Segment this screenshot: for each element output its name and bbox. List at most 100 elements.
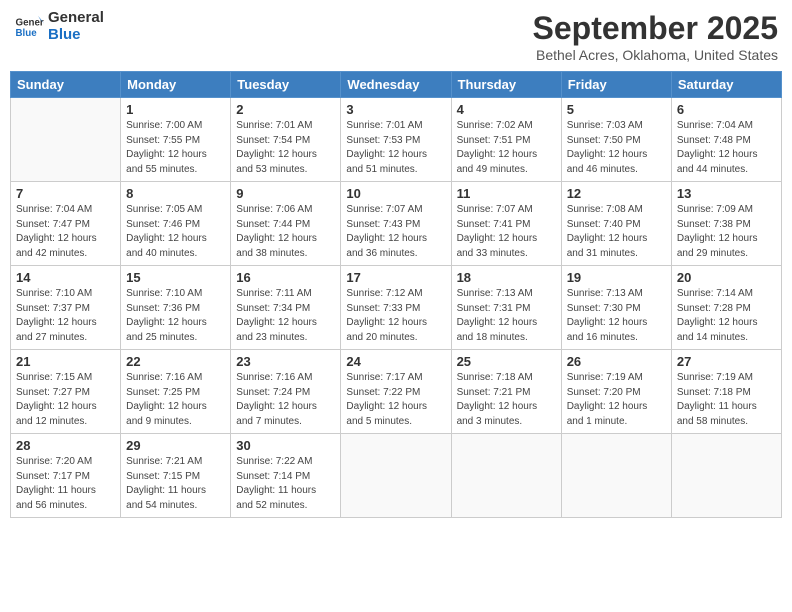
calendar-cell: 8Sunrise: 7:05 AMSunset: 7:46 PMDaylight… xyxy=(121,182,231,266)
calendar-cell: 12 Sunrise: 7:08 AMSunset: 7:40 PMDayligh… xyxy=(561,182,671,266)
day-number: 19 xyxy=(567,270,666,285)
day-info: Sunrise: 7:14 AMSunset: 7:28 PMDaylight:… xyxy=(677,287,776,345)
day-number: 22 xyxy=(126,354,225,369)
day-info: Sunrise: 7:09 AMSunset: 7:38 PMDaylight:… xyxy=(677,203,776,261)
day-info: Sunrise: 7:17 AMSunset: 7:22 PMDaylight:… xyxy=(346,371,445,429)
calendar-week-row: 21 Sunrise: 7:15 AMSunset: 7:27 PMDayligh… xyxy=(11,350,782,434)
calendar-cell: 14Sunrise: 7:10 AMSunset: 7:37 PMDayligh… xyxy=(11,266,121,350)
day-info: Sunrise: 7:07 AMSunset: 7:43 PMDaylight:… xyxy=(346,203,445,261)
day-number: 23 xyxy=(236,354,335,369)
day-info: Sunrise: 7:01 AMSunset: 7:53 PMDaylight:… xyxy=(346,119,445,177)
calendar-cell xyxy=(11,98,121,182)
day-info: Sunrise: 7:18 AMSunset: 7:21 PMDaylight:… xyxy=(457,371,556,429)
calendar-cell: 18 Sunrise: 7:13 AMSunset: 7:31 PMDayligh… xyxy=(451,266,561,350)
day-number: 5 xyxy=(567,102,666,117)
calendar-cell: 29Sunrise: 7:21 AMSunset: 7:15 PMDayligh… xyxy=(121,434,231,518)
day-of-week-header: Friday xyxy=(561,72,671,98)
logo: General Blue General Blue xyxy=(14,10,104,43)
day-info: Sunrise: 7:01 AMSunset: 7:54 PMDaylight:… xyxy=(236,119,335,177)
calendar-cell: 24 Sunrise: 7:17 AMSunset: 7:22 PMDayligh… xyxy=(341,350,451,434)
svg-text:Blue: Blue xyxy=(16,28,38,39)
day-info: Sunrise: 7:03 AMSunset: 7:50 PMDaylight:… xyxy=(567,119,666,177)
day-number: 7 xyxy=(16,186,115,201)
day-info: Sunrise: 7:08 AMSunset: 7:40 PMDaylight:… xyxy=(567,203,666,261)
day-number: 13 xyxy=(677,186,776,201)
calendar-cell: 27 Sunrise: 7:19 AMSunset: 7:18 PMDayligh… xyxy=(671,350,781,434)
day-number: 24 xyxy=(346,354,445,369)
day-number: 12 xyxy=(567,186,666,201)
day-number: 18 xyxy=(457,270,556,285)
day-info: Sunrise: 7:13 AMSunset: 7:31 PMDaylight:… xyxy=(457,287,556,345)
day-number: 28 xyxy=(16,438,115,453)
day-info: Sunrise: 7:11 AMSunset: 7:34 PMDaylight:… xyxy=(236,287,335,345)
calendar-cell: 28 Sunrise: 7:20 AMSunset: 7:17 PMDayligh… xyxy=(11,434,121,518)
calendar-cell xyxy=(561,434,671,518)
calendar-cell: 7 Sunrise: 7:04 AMSunset: 7:47 PMDaylight… xyxy=(11,182,121,266)
calendar-cell: 5 Sunrise: 7:03 AMSunset: 7:50 PMDaylight… xyxy=(561,98,671,182)
calendar-week-row: 14Sunrise: 7:10 AMSunset: 7:37 PMDayligh… xyxy=(11,266,782,350)
calendar-cell: 26Sunrise: 7:19 AMSunset: 7:20 PMDayligh… xyxy=(561,350,671,434)
day-number: 4 xyxy=(457,102,556,117)
day-number: 17 xyxy=(346,270,445,285)
day-number: 6 xyxy=(677,102,776,117)
calendar-cell: 20 Sunrise: 7:14 AMSunset: 7:28 PMDayligh… xyxy=(671,266,781,350)
location-title: Bethel Acres, Oklahoma, United States xyxy=(533,47,778,63)
calendar-cell: 10 Sunrise: 7:07 AMSunset: 7:43 PMDayligh… xyxy=(341,182,451,266)
day-info: Sunrise: 7:02 AMSunset: 7:51 PMDaylight:… xyxy=(457,119,556,177)
calendar-cell: 21 Sunrise: 7:15 AMSunset: 7:27 PMDayligh… xyxy=(11,350,121,434)
calendar-week-row: 1Sunrise: 7:00 AMSunset: 7:55 PMDaylight… xyxy=(11,98,782,182)
day-info: Sunrise: 7:04 AMSunset: 7:47 PMDaylight:… xyxy=(16,203,115,261)
logo-text-line2: Blue xyxy=(48,27,104,44)
day-number: 27 xyxy=(677,354,776,369)
day-number: 10 xyxy=(346,186,445,201)
month-title: September 2025 xyxy=(533,10,778,47)
calendar-cell: 22 Sunrise: 7:16 AMSunset: 7:25 PMDayligh… xyxy=(121,350,231,434)
day-info: Sunrise: 7:12 AMSunset: 7:33 PMDaylight:… xyxy=(346,287,445,345)
day-of-week-header: Tuesday xyxy=(231,72,341,98)
calendar-cell xyxy=(451,434,561,518)
calendar-cell xyxy=(341,434,451,518)
calendar-header-row: SundayMondayTuesdayWednesdayThursdayFrid… xyxy=(11,72,782,98)
calendar-cell: 9Sunrise: 7:06 AMSunset: 7:44 PMDaylight… xyxy=(231,182,341,266)
day-number: 29 xyxy=(126,438,225,453)
day-info: Sunrise: 7:22 AMSunset: 7:14 PMDaylight:… xyxy=(236,455,335,513)
day-info: Sunrise: 7:13 AMSunset: 7:30 PMDaylight:… xyxy=(567,287,666,345)
logo-text-line1: General xyxy=(48,10,104,27)
day-number: 20 xyxy=(677,270,776,285)
calendar-cell: 11 Sunrise: 7:07 AMSunset: 7:41 PMDayligh… xyxy=(451,182,561,266)
calendar-cell: 16Sunrise: 7:11 AMSunset: 7:34 PMDayligh… xyxy=(231,266,341,350)
day-of-week-header: Monday xyxy=(121,72,231,98)
day-number: 3 xyxy=(346,102,445,117)
day-info: Sunrise: 7:06 AMSunset: 7:44 PMDaylight:… xyxy=(236,203,335,261)
day-info: Sunrise: 7:16 AMSunset: 7:25 PMDaylight:… xyxy=(126,371,225,429)
day-number: 25 xyxy=(457,354,556,369)
day-number: 21 xyxy=(16,354,115,369)
day-info: Sunrise: 7:15 AMSunset: 7:27 PMDaylight:… xyxy=(16,371,115,429)
page-header: General Blue General Blue September 2025… xyxy=(10,10,782,63)
calendar-cell: 30 Sunrise: 7:22 AMSunset: 7:14 PMDayligh… xyxy=(231,434,341,518)
day-number: 11 xyxy=(457,186,556,201)
day-info: Sunrise: 7:07 AMSunset: 7:41 PMDaylight:… xyxy=(457,203,556,261)
calendar-cell: 3 Sunrise: 7:01 AMSunset: 7:53 PMDaylight… xyxy=(341,98,451,182)
day-of-week-header: Wednesday xyxy=(341,72,451,98)
day-info: Sunrise: 7:19 AMSunset: 7:18 PMDaylight:… xyxy=(677,371,776,429)
day-info: Sunrise: 7:16 AMSunset: 7:24 PMDaylight:… xyxy=(236,371,335,429)
day-info: Sunrise: 7:19 AMSunset: 7:20 PMDaylight:… xyxy=(567,371,666,429)
day-number: 30 xyxy=(236,438,335,453)
logo-icon: General Blue xyxy=(14,12,44,42)
day-of-week-header: Saturday xyxy=(671,72,781,98)
calendar-table: SundayMondayTuesdayWednesdayThursdayFrid… xyxy=(10,71,782,518)
day-number: 8 xyxy=(126,186,225,201)
calendar-week-row: 7 Sunrise: 7:04 AMSunset: 7:47 PMDaylight… xyxy=(11,182,782,266)
calendar-cell: 25 Sunrise: 7:18 AMSunset: 7:21 PMDayligh… xyxy=(451,350,561,434)
calendar-cell: 15 Sunrise: 7:10 AMSunset: 7:36 PMDayligh… xyxy=(121,266,231,350)
day-of-week-header: Thursday xyxy=(451,72,561,98)
title-block: September 2025 Bethel Acres, Oklahoma, U… xyxy=(533,10,778,63)
calendar-week-row: 28 Sunrise: 7:20 AMSunset: 7:17 PMDayligh… xyxy=(11,434,782,518)
day-info: Sunrise: 7:20 AMSunset: 7:17 PMDaylight:… xyxy=(16,455,115,513)
day-info: Sunrise: 7:10 AMSunset: 7:36 PMDaylight:… xyxy=(126,287,225,345)
day-number: 15 xyxy=(126,270,225,285)
day-info: Sunrise: 7:04 AMSunset: 7:48 PMDaylight:… xyxy=(677,119,776,177)
calendar-cell: 19 Sunrise: 7:13 AMSunset: 7:30 PMDayligh… xyxy=(561,266,671,350)
calendar-cell xyxy=(671,434,781,518)
